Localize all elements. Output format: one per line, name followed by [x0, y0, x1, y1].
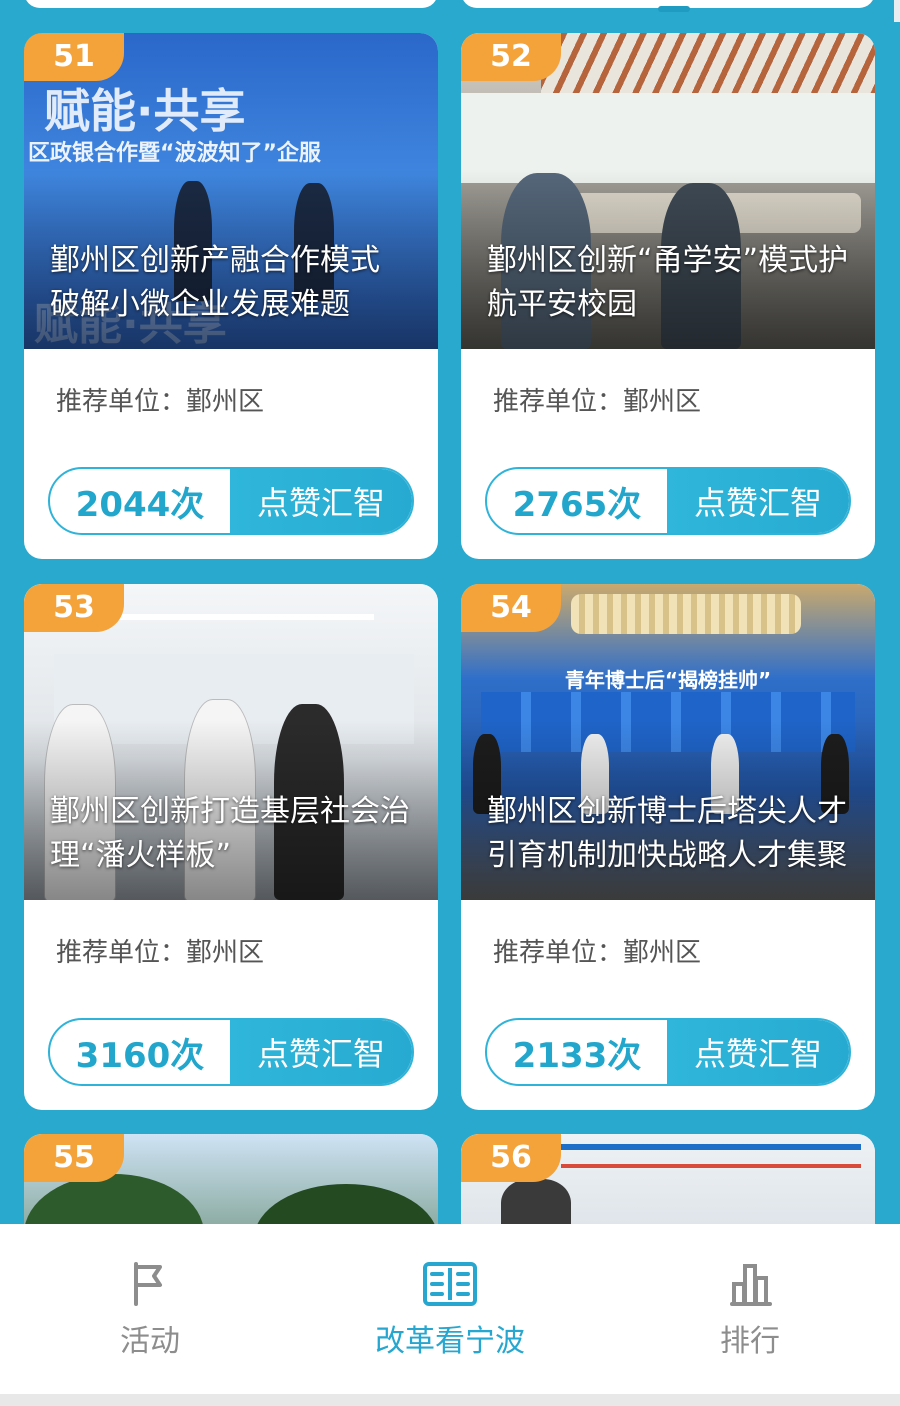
tab-ranking[interactable]: 排行 [640, 1260, 860, 1370]
case-card-54[interactable]: 青年博士后“揭榜挂帅” 54 鄞州区创新博士后塔尖人才引育机制加快战略人才集聚 … [461, 584, 875, 1110]
like-button[interactable]: 点赞汇智 [230, 1020, 412, 1084]
scrollbar-edge[interactable] [894, 0, 900, 22]
like-button[interactable]: 点赞汇智 [667, 1020, 849, 1084]
case-card-56[interactable]: 56 [461, 1134, 875, 1224]
bar-chart-icon [730, 1264, 772, 1306]
tab-label: 活动 [120, 1324, 180, 1359]
previous-card-stub [24, 0, 438, 8]
case-thumbnail[interactable]: 赋能·共享 区政银合作暨“波波知了”企服 赋能·共享 51 鄞州区创新产融合作模… [24, 33, 438, 349]
case-number-badge: 56 [461, 1134, 561, 1182]
case-thumbnail[interactable]: 56 [461, 1134, 875, 1224]
list-card-icon [423, 1262, 477, 1306]
case-number-badge: 53 [24, 584, 124, 632]
recommending-unit: 推荐单位：鄞州区 [493, 387, 702, 417]
case-thumbnail[interactable]: 53 鄞州区创新打造基层社会治理“潘火样板” [24, 584, 438, 900]
flag-icon [134, 1262, 162, 1306]
case-title[interactable]: 鄞州区创新博士后塔尖人才引育机制加快战略人才集聚 [487, 790, 853, 878]
ceiling-pipe [561, 1144, 861, 1150]
tab-label: 排行 [720, 1324, 780, 1359]
worker-person [501, 1179, 571, 1224]
chandelier [571, 594, 801, 634]
like-button[interactable]: 点赞汇智 [230, 469, 412, 533]
case-card-53[interactable]: 53 鄞州区创新打造基层社会治理“潘火样板” 推荐单位：鄞州区 3160次 点赞… [24, 584, 438, 1110]
scroll-indicator [658, 6, 690, 12]
case-title[interactable]: 鄞州区创新“甬学安”模式护航平安校园 [487, 239, 853, 327]
like-count: 2765次 [512, 484, 642, 525]
ceiling-pipe [561, 1164, 861, 1168]
case-number-badge: 55 [24, 1134, 124, 1182]
case-title[interactable]: 鄞州区创新打造基层社会治理“潘火样板” [50, 790, 416, 878]
like-pill: 2044次 点赞汇智 [48, 467, 414, 535]
system-nav-bar [0, 1394, 900, 1406]
like-button[interactable]: 点赞汇智 [667, 469, 849, 533]
banner-text: 赋能·共享 [44, 84, 246, 138]
case-title[interactable]: 鄞州区创新产融合作模式 破解小微企业发展难题 [50, 239, 416, 327]
like-count: 2133次 [512, 1035, 642, 1076]
case-number-badge: 52 [461, 33, 561, 81]
tab-label: 改革看宁波 [375, 1324, 525, 1359]
banner-subtext: 区政银合作暨“波波知了”企服 [28, 141, 321, 166]
like-count: 3160次 [75, 1035, 205, 1076]
card-grid: 赋能·共享 区政银合作暨“波波知了”企服 赋能·共享 51 鄞州区创新产融合作模… [0, 0, 900, 1224]
case-number-badge: 54 [461, 584, 561, 632]
case-card-55[interactable]: 55 [24, 1134, 438, 1224]
like-pill: 2765次 点赞汇智 [485, 467, 851, 535]
bottom-tab-bar: 活动 改革看宁波 排行 [0, 1224, 900, 1394]
like-pill: 2133次 点赞汇智 [485, 1018, 851, 1086]
ceiling-light [114, 614, 374, 620]
recommending-unit: 推荐单位：鄞州区 [493, 938, 702, 968]
top-strip [0, 0, 900, 22]
case-thumbnail[interactable]: 青年博士后“揭榜挂帅” 54 鄞州区创新博士后塔尖人才引育机制加快战略人才集聚 [461, 584, 875, 900]
case-card-52[interactable]: 52 鄞州区创新“甬学安”模式护航平安校园 推荐单位：鄞州区 2765次 点赞汇… [461, 33, 875, 559]
tab-reform-ningbo[interactable]: 改革看宁波 [340, 1260, 560, 1370]
case-number-badge: 51 [24, 33, 124, 81]
tab-activity[interactable]: 活动 [40, 1260, 260, 1370]
like-count: 2044次 [75, 484, 205, 525]
banner-text: 青年博士后“揭榜挂帅” [564, 668, 772, 692]
case-thumbnail[interactable]: 55 [24, 1134, 438, 1224]
recommending-unit: 推荐单位：鄞州区 [56, 387, 265, 417]
tree [254, 1184, 438, 1224]
ceiling-slats [541, 33, 875, 93]
recommending-unit: 推荐单位：鄞州区 [56, 938, 265, 968]
case-thumbnail[interactable]: 52 鄞州区创新“甬学安”模式护航平安校园 [461, 33, 875, 349]
case-card-51[interactable]: 赋能·共享 区政银合作暨“波波知了”企服 赋能·共享 51 鄞州区创新产融合作模… [24, 33, 438, 559]
like-pill: 3160次 点赞汇智 [48, 1018, 414, 1086]
